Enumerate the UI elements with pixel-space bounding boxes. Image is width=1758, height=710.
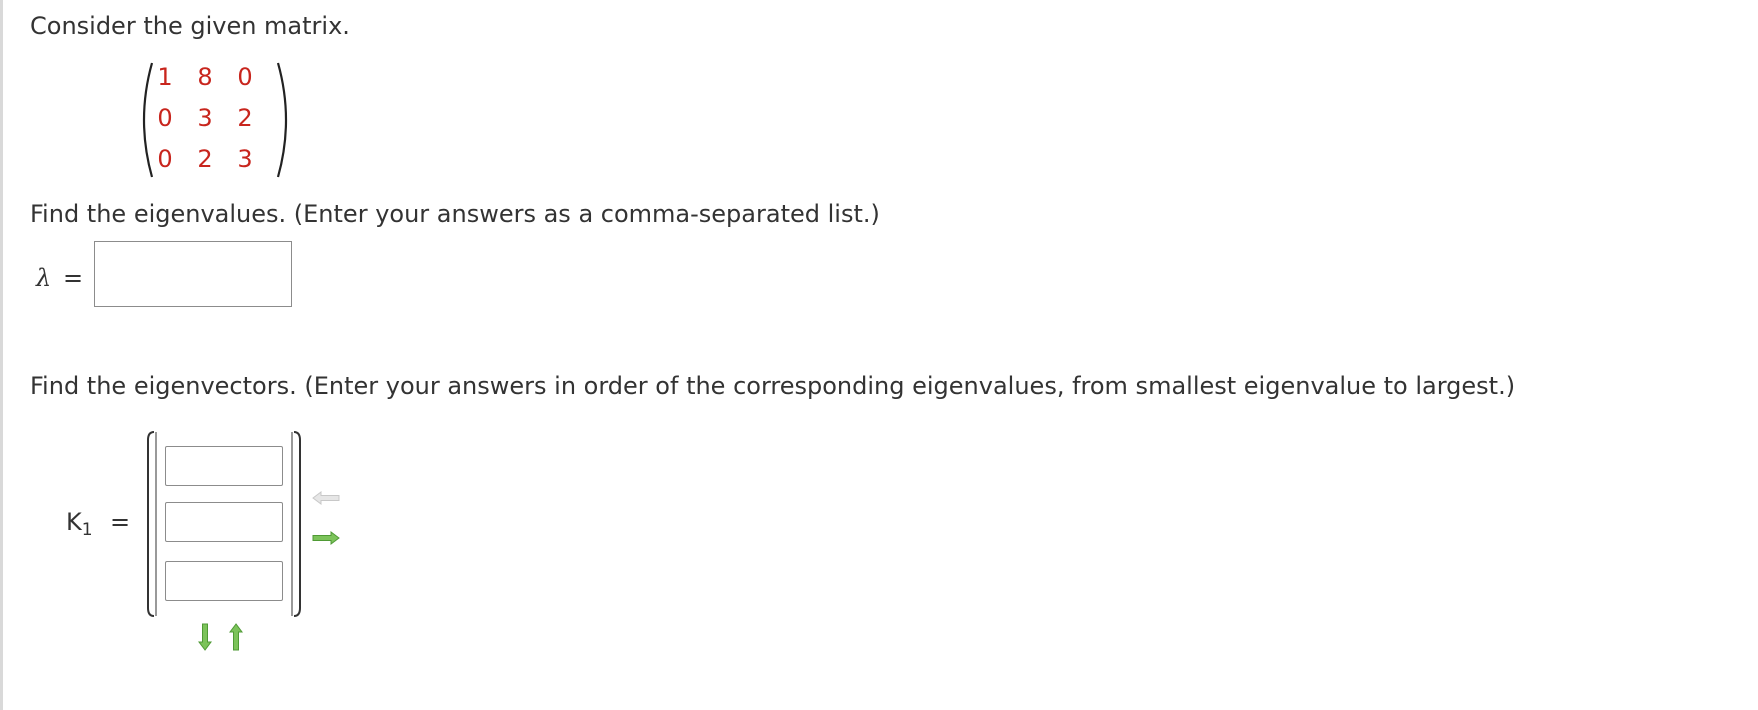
matrix-entry-r2c1: 0 [157, 104, 173, 132]
matrix-entry-r2c3: 2 [237, 104, 253, 132]
arrow-up-icon[interactable] [229, 623, 243, 651]
matrix-entry-r3c3: 3 [237, 145, 253, 173]
eigenvector-entry-1[interactable] [165, 446, 283, 486]
eigenvector-equals-sign: = [110, 508, 131, 536]
eigenvector-label-letter: K [66, 508, 82, 536]
lambda-symbol: λ [36, 264, 52, 292]
intro-text: Consider the given matrix. [30, 12, 350, 40]
eigenvector-entry-2[interactable] [165, 502, 283, 542]
matrix-entry-r1c3: 0 [237, 63, 253, 91]
left-border [0, 0, 3, 710]
arrow-left-icon[interactable] [312, 491, 340, 505]
matrix-entry-r3c1: 0 [157, 145, 173, 173]
eigenvalues-input[interactable] [94, 241, 292, 307]
eigenvector-label-subscript: 1 [81, 520, 93, 540]
eigenvalues-prompt: Find the eigenvalues. (Enter your answer… [30, 200, 880, 228]
matrix-entry-r2c2: 3 [197, 104, 213, 132]
matrix-entry-r3c2: 2 [197, 145, 213, 173]
matrix-entry-r1c2: 8 [197, 63, 213, 91]
lambda-equals-sign: = [63, 264, 84, 292]
given-matrix: 1 8 0 0 3 2 0 2 3 [140, 60, 290, 180]
matrix-entry-r1c1: 1 [157, 63, 173, 91]
eigenvectors-prompt: Find the eigenvectors. (Enter your answe… [30, 372, 1516, 400]
eigenvector-entry-3[interactable] [165, 561, 283, 601]
arrow-down-icon[interactable] [198, 623, 212, 651]
arrow-right-icon[interactable] [312, 531, 340, 545]
eigenvector-label: K1 [66, 507, 93, 545]
